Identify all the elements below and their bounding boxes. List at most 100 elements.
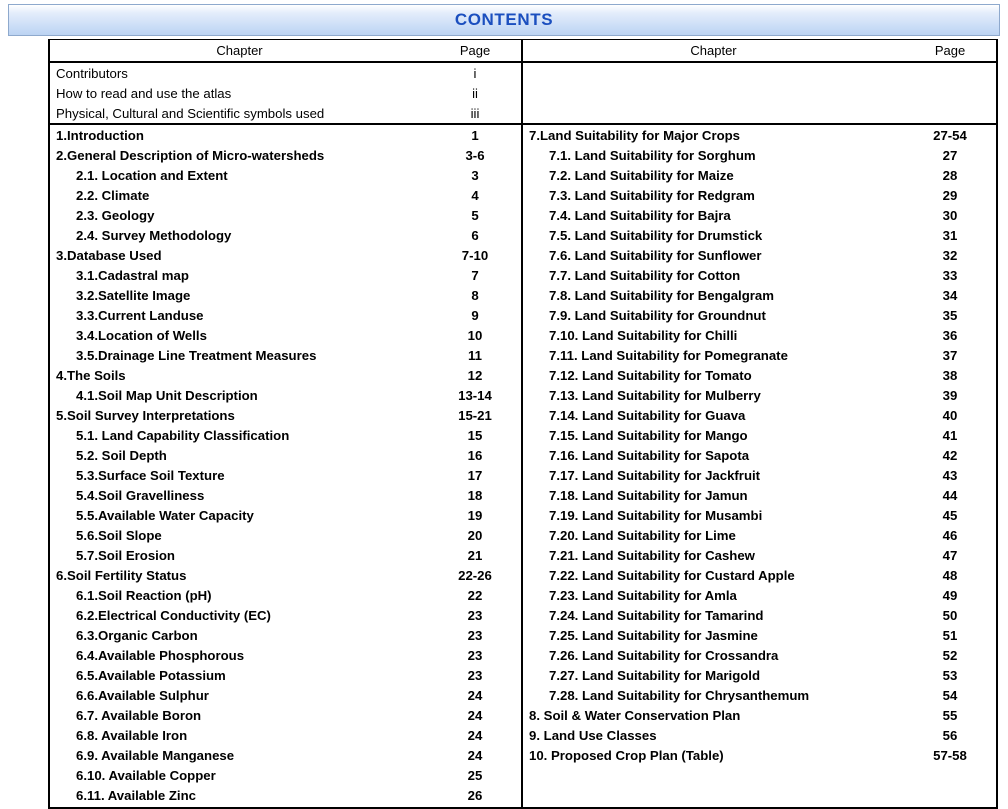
toc-entry-row[interactable]: 2.3. Geology 5 bbox=[50, 205, 521, 225]
toc-entry-row[interactable]: 2.4. Survey Methodology 6 bbox=[50, 225, 521, 245]
toc-entry-label: 6.7. Available Boron bbox=[76, 707, 202, 723]
toc-entry-row[interactable]: 5.Soil Survey Interpretations 15-21 bbox=[50, 405, 521, 425]
toc-entry-page: 27-54 bbox=[933, 127, 967, 143]
toc-entry-row[interactable]: 7.15. Land Suitability for Mango 41 bbox=[523, 425, 996, 445]
toc-entry-row[interactable]: 7.4. Land Suitability for Bajra 30 bbox=[523, 205, 996, 225]
toc-entry-row[interactable]: 7.1. Land Suitability for Sorghum 27 bbox=[523, 145, 996, 165]
toc-entry-row[interactable]: 5.6.Soil Slope 20 bbox=[50, 525, 521, 545]
toc-entry-row[interactable]: 4.1.Soil Map Unit Description 13-14 bbox=[50, 385, 521, 405]
toc-entry-row[interactable]: 6.6.Available Sulphur 24 bbox=[50, 685, 521, 705]
toc-entry-row[interactable]: 4.The Soils 12 bbox=[50, 365, 521, 385]
toc-entry-row[interactable]: 7.17. Land Suitability for Jackfruit 43 bbox=[523, 465, 996, 485]
toc-entry-row[interactable]: 6.11. Available Zinc 26 bbox=[50, 785, 521, 805]
toc-entry-row[interactable]: 2.1. Location and Extent 3 bbox=[50, 165, 521, 185]
toc-entry-page: 11 bbox=[468, 347, 482, 363]
toc-entry-row[interactable]: 6.1.Soil Reaction (pH) 22 bbox=[50, 585, 521, 605]
toc-entry-label: 7.3. Land Suitability for Redgram bbox=[549, 187, 755, 203]
toc-entry-row[interactable]: 7.8. Land Suitability for Bengalgram 34 bbox=[523, 285, 996, 305]
toc-entry-row[interactable]: 7.6. Land Suitability for Sunflower 32 bbox=[523, 245, 996, 265]
toc-entry-row[interactable]: Contributors i bbox=[50, 63, 521, 83]
toc-entry-row[interactable]: 7.25. Land Suitability for Jasmine 51 bbox=[523, 625, 996, 645]
toc-entry-row[interactable]: 1.Introduction 1 bbox=[50, 125, 521, 145]
toc-entry-page: 10 bbox=[467, 327, 483, 343]
toc-entry-row[interactable]: 5.3.Surface Soil Texture 17 bbox=[50, 465, 521, 485]
toc-entry-row[interactable]: 7.20. Land Suitability for Lime 46 bbox=[523, 525, 996, 545]
toc-entry-row[interactable]: 7.3. Land Suitability for Redgram 29 bbox=[523, 185, 996, 205]
toc-entry-row[interactable]: 7.21. Land Suitability for Cashew 47 bbox=[523, 545, 996, 565]
toc-entry-row[interactable]: 2.General Description of Micro-watershed… bbox=[50, 145, 521, 165]
toc-entry-label: 7.5. Land Suitability for Drumstick bbox=[549, 227, 763, 243]
toc-entry-row[interactable]: 2.2. Climate 4 bbox=[50, 185, 521, 205]
toc-entry-row[interactable]: 3.2.Satellite Image 8 bbox=[50, 285, 521, 305]
toc-preamble-right bbox=[523, 63, 996, 125]
toc-entry-row[interactable]: 8. Soil & Water Conservation Plan 55 bbox=[523, 705, 996, 725]
toc-entry-row[interactable]: 3.3.Current Landuse 9 bbox=[50, 305, 521, 325]
toc-entry-row[interactable]: 6.7. Available Boron 24 bbox=[50, 705, 521, 725]
toc-entry-row[interactable]: How to read and use the atlas ii bbox=[50, 83, 521, 103]
toc-entry-row[interactable]: 7.13. Land Suitability for Mulberry 39 bbox=[523, 385, 996, 405]
toc-entry-label: 7.27. Land Suitability for Marigold bbox=[549, 667, 761, 683]
toc-entry-row[interactable]: 6.Soil Fertility Status 22-26 bbox=[50, 565, 521, 585]
toc-entry-row[interactable]: 7.23. Land Suitability for Amla 49 bbox=[523, 585, 996, 605]
toc-entry-row[interactable]: 6.4.Available Phosphorous 23 bbox=[50, 645, 521, 665]
toc-entry-row[interactable]: 6.5.Available Potassium 23 bbox=[50, 665, 521, 685]
toc-entry-row[interactable]: 6.3.Organic Carbon 23 bbox=[50, 625, 521, 645]
toc-entry-label: 5.3.Surface Soil Texture bbox=[76, 467, 225, 483]
toc-entry-row[interactable]: 7.11. Land Suitability for Pomegranate 37 bbox=[523, 345, 996, 365]
toc-entry-row[interactable]: 5.7.Soil Erosion 21 bbox=[50, 545, 521, 565]
toc-entry-row[interactable]: 7.12. Land Suitability for Tomato 38 bbox=[523, 365, 996, 385]
toc-entry-row[interactable]: 3.1.Cadastral map 7 bbox=[50, 265, 521, 285]
toc-entry-row[interactable]: 7.7. Land Suitability for Cotton 33 bbox=[523, 265, 996, 285]
toc-entry-label: 5.2. Soil Depth bbox=[76, 447, 167, 463]
toc-column-left: Chapter Page Contributors i How to read an… bbox=[50, 40, 523, 807]
toc-entry-page: ii bbox=[472, 85, 478, 101]
toc-entry-row[interactable]: 7.18. Land Suitability for Jamun 44 bbox=[523, 485, 996, 505]
toc-entry-row[interactable]: Physical, Cultural and Scientific symbol… bbox=[50, 103, 521, 123]
toc-entry-row[interactable]: 7.10. Land Suitability for Chilli 36 bbox=[523, 325, 996, 345]
toc-header-row-left: Chapter Page bbox=[50, 40, 521, 63]
toc-entry-row[interactable]: 5.4.Soil Gravelliness 18 bbox=[50, 485, 521, 505]
toc-entry-row[interactable]: 6.9. Available Manganese 24 bbox=[50, 745, 521, 765]
toc-entry-row[interactable]: 7.24. Land Suitability for Tamarind 50 bbox=[523, 605, 996, 625]
toc-entry-page: 40 bbox=[942, 407, 958, 423]
toc-entry-row[interactable]: 7.19. Land Suitability for Musambi 45 bbox=[523, 505, 996, 525]
toc-entry-row[interactable]: 7.28. Land Suitability for Chrysanthemum… bbox=[523, 685, 996, 705]
toc-entry-page: 53 bbox=[942, 667, 958, 683]
toc-entry-row[interactable]: 7.5. Land Suitability for Drumstick 31 bbox=[523, 225, 996, 245]
toc-preamble-left: Contributors i How to read and use the atl… bbox=[50, 63, 521, 125]
toc-entry-row[interactable]: 7.22. Land Suitability for Custard Apple… bbox=[523, 565, 996, 585]
toc-entry-row[interactable]: 7.Land Suitability for Major Crops 27-54 bbox=[523, 125, 996, 145]
toc-entry-row[interactable]: 6.2.Electrical Conductivity (EC) 23 bbox=[50, 605, 521, 625]
toc-entry-row[interactable]: 9. Land Use Classes 56 bbox=[523, 725, 996, 745]
column-header-page: Page bbox=[459, 43, 491, 58]
toc-entry-row[interactable]: 7.16. Land Suitability for Sapota 42 bbox=[523, 445, 996, 465]
toc-entry-row[interactable]: 5.5.Available Water Capacity 19 bbox=[50, 505, 521, 525]
toc-entry-row[interactable]: 3.4.Location of Wells 10 bbox=[50, 325, 521, 345]
toc-entry-label: 6.6.Available Sulphur bbox=[76, 687, 209, 703]
toc-entry-label: 6.3.Organic Carbon bbox=[76, 627, 198, 643]
toc-entry-page: 32 bbox=[942, 247, 958, 263]
toc-entry-label: 10. Proposed Crop Plan (Table) bbox=[529, 747, 724, 763]
toc-entry-label: 7.6. Land Suitability for Sunflower bbox=[549, 247, 762, 263]
toc-entry-row[interactable]: 5.1. Land Capability Classification 15 bbox=[50, 425, 521, 445]
toc-entry-row[interactable]: 7.26. Land Suitability for Crossandra 52 bbox=[523, 645, 996, 665]
toc-entry-row[interactable]: 6.10. Available Copper 25 bbox=[50, 765, 521, 785]
toc-entry-row[interactable]: 3.Database Used 7-10 bbox=[50, 245, 521, 265]
toc-entry-label: 7.23. Land Suitability for Amla bbox=[549, 587, 737, 603]
toc-entry-row[interactable]: 7.27. Land Suitability for Marigold 53 bbox=[523, 665, 996, 685]
toc-entry-label: 3.4.Location of Wells bbox=[76, 327, 207, 343]
toc-entry-page: 13-14 bbox=[458, 387, 492, 403]
toc-entry-row[interactable]: 5.2. Soil Depth 16 bbox=[50, 445, 521, 465]
toc-entry-row[interactable]: 7.2. Land Suitability for Maize 28 bbox=[523, 165, 996, 185]
toc-entry-row[interactable]: 7.9. Land Suitability for Groundnut 35 bbox=[523, 305, 996, 325]
toc-entry-page: 35 bbox=[942, 307, 958, 323]
toc-entry-row[interactable]: 7.14. Land Suitability for Guava 40 bbox=[523, 405, 996, 425]
toc-entry-page: 6 bbox=[471, 227, 479, 243]
toc-entry-label: 7.26. Land Suitability for Crossandra bbox=[549, 647, 779, 663]
toc-entry-row[interactable]: 10. Proposed Crop Plan (Table) 57-58 bbox=[523, 745, 996, 765]
toc-entry-page: 29 bbox=[942, 187, 958, 203]
toc-entry-label: 2.3. Geology bbox=[76, 207, 155, 223]
toc-entry-row[interactable]: 3.5.Drainage Line Treatment Measures 11 bbox=[50, 345, 521, 365]
toc-entry-label: 8. Soil & Water Conservation Plan bbox=[529, 707, 741, 723]
toc-entry-row[interactable]: 6.8. Available Iron 24 bbox=[50, 725, 521, 745]
